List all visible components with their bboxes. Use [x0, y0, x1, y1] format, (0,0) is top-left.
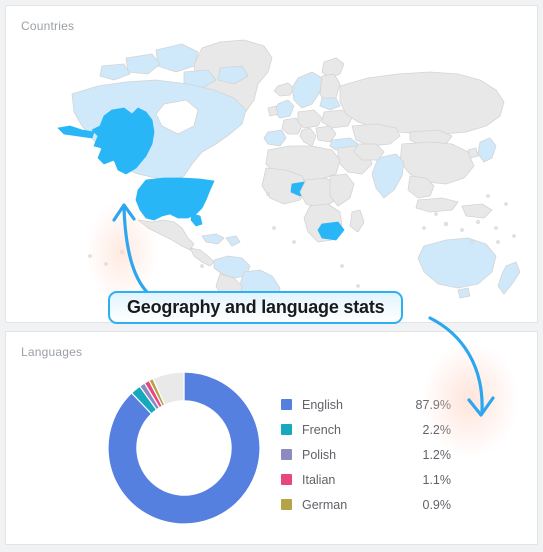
map-region-caribbean-b [225, 235, 241, 247]
map-region-iceland [273, 82, 295, 97]
legend-row[interactable]: English 87.9% [281, 392, 451, 417]
map-region-australia [417, 237, 497, 289]
map-region-japan [477, 137, 497, 163]
languages-panel: Languages [5, 331, 538, 545]
map-region-arctic-islands-b [125, 53, 161, 75]
legend-label: German [302, 497, 348, 512]
legend-row[interactable]: German 0.9% [281, 492, 451, 517]
legend-label: Italian [302, 472, 336, 487]
languages-legend: English 87.9% French 2.2% Polish 1.2% Italian 1… [281, 392, 451, 517]
map-region-ireland [267, 105, 279, 117]
legend-value: 1.2% [422, 447, 452, 462]
map-region-tasmania [457, 287, 471, 299]
map-region-italy [299, 127, 317, 147]
legend-row[interactable]: French 2.2% [281, 417, 451, 442]
map-region-baltics [319, 97, 341, 111]
world-map[interactable] [6, 28, 537, 320]
map-region-arctic-islands-e [99, 63, 131, 81]
map-region-usa-highlight [135, 177, 215, 221]
map-region-png [461, 203, 493, 219]
legend-value: 2.2% [422, 422, 452, 437]
legend-swatch-icon [281, 424, 292, 435]
map-region-caribbean-a [201, 233, 225, 245]
legend-label: French [302, 422, 341, 437]
map-region-korea [467, 147, 479, 159]
map-region-south-africa-highlight [317, 221, 345, 241]
countries-panel: Countries [5, 5, 538, 323]
legend-swatch-icon [281, 499, 292, 510]
legend-swatch-icon [281, 449, 292, 460]
languages-donut-chart[interactable] [107, 371, 261, 525]
legend-swatch-icon [281, 474, 292, 485]
map-region-mexico [137, 219, 195, 251]
map-region-indonesia [415, 197, 459, 213]
map-region-germany-poland [297, 109, 323, 129]
legend-value: 87.9% [415, 397, 451, 412]
map-region-new-zealand [497, 261, 521, 295]
map-region-india [371, 153, 405, 199]
legend-value: 1.1% [422, 472, 452, 487]
legend-value: 0.9% [422, 497, 452, 512]
languages-panel-title: Languages [21, 345, 83, 359]
map-region-madagascar [349, 209, 365, 233]
map-region-central-america [189, 247, 215, 267]
map-region-scandinavia [291, 71, 323, 109]
map-region-florida [190, 213, 203, 227]
legend-row[interactable]: Polish 1.2% [281, 442, 451, 467]
legend-swatch-icon [281, 399, 292, 410]
legend-label: English [302, 397, 343, 412]
legend-row[interactable]: Italian 1.1% [281, 467, 451, 492]
annotation-callout-text: Geography and language stats [127, 297, 385, 317]
legend-label: Polish [302, 447, 337, 462]
annotation-callout[interactable]: Geography and language stats [108, 291, 404, 324]
map-region-iberia [263, 129, 287, 147]
map-region-kazakhstan [351, 123, 401, 147]
map-region-arctic-islands-a [155, 43, 199, 73]
